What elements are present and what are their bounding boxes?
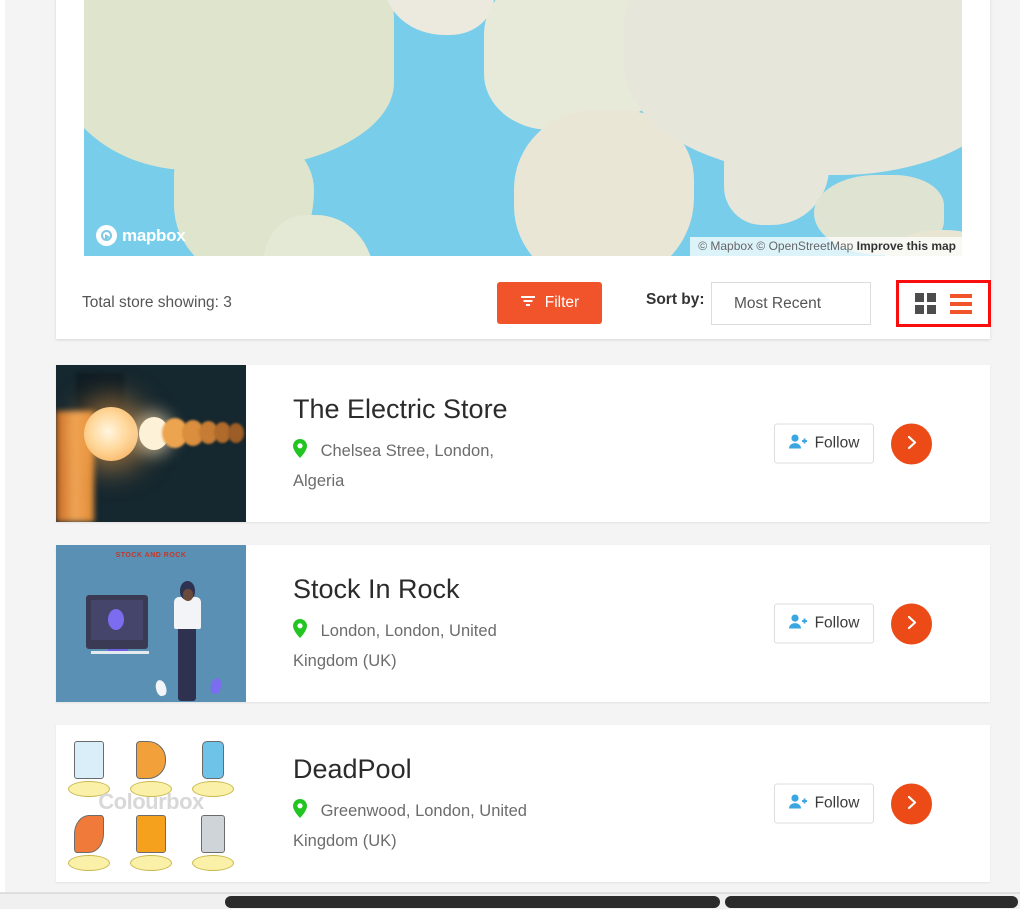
store-list-item[interactable]: STOCK AND ROCK Stock In Rock London, Lon… xyxy=(56,545,990,702)
user-plus-icon xyxy=(788,613,807,634)
store-detail-button[interactable] xyxy=(891,783,932,824)
horizontal-scrollbar[interactable] xyxy=(0,893,1020,909)
store-directory-page: mapbox © Mapbox © OpenStreetMap Improve … xyxy=(0,0,1020,909)
follow-button-label: Follow xyxy=(814,434,860,452)
map-attribution-text: © Mapbox © OpenStreetMap xyxy=(698,239,854,253)
store-thumbnail-light-bulbs xyxy=(56,365,246,522)
store-address-row: Greenwood, London, United Kingdom (UK) xyxy=(293,797,543,855)
filter-funnel-icon xyxy=(520,294,536,313)
follow-button[interactable]: Follow xyxy=(774,423,874,464)
store-map[interactable]: mapbox © Mapbox © OpenStreetMap Improve … xyxy=(84,0,962,256)
store-actions: Follow xyxy=(774,423,932,464)
store-address-row: London, London, United Kingdom (UK) xyxy=(293,617,543,675)
list-view-icon[interactable] xyxy=(950,293,972,314)
results-toolbar: Total store showing: 3 Filter Sort by: M… xyxy=(56,266,991,339)
location-pin-icon xyxy=(293,618,307,647)
store-name: Stock In Rock xyxy=(293,573,460,604)
sort-selected-value: Most Recent xyxy=(734,294,822,312)
store-thumbnail-colourbox-icons: Colourbox xyxy=(56,725,246,882)
store-info: Stock In Rock London, London, United Kin… xyxy=(293,545,730,702)
chevron-right-icon xyxy=(904,794,920,813)
store-name: The Electric Store xyxy=(293,393,508,424)
follow-button[interactable]: Follow xyxy=(774,603,874,644)
follow-button[interactable]: Follow xyxy=(774,783,874,824)
store-info: DeadPool Greenwood, London, United Kingd… xyxy=(293,725,730,882)
chevron-right-icon xyxy=(904,434,920,453)
sort-select[interactable]: Most Recent xyxy=(711,282,871,325)
filter-button-label: Filter xyxy=(544,294,580,311)
store-address: Chelsea Stree, London, Algeria xyxy=(293,441,494,490)
page-left-margin xyxy=(0,0,5,893)
location-pin-icon xyxy=(293,438,307,467)
store-detail-button[interactable] xyxy=(891,603,932,644)
follow-button-label: Follow xyxy=(814,614,860,632)
sort-by-label: Sort by: xyxy=(646,291,705,308)
location-pin-icon xyxy=(293,798,307,827)
store-address-row: Chelsea Stree, London, Algeria xyxy=(293,437,543,495)
user-plus-icon xyxy=(788,433,807,454)
store-name: DeadPool xyxy=(293,753,412,784)
store-list-item[interactable]: The Electric Store Chelsea Stree, London… xyxy=(56,365,990,522)
store-address: Greenwood, London, United Kingdom (UK) xyxy=(293,801,527,850)
store-thumbnail-stock-and-rock: STOCK AND ROCK xyxy=(56,545,246,702)
thumbnail-watermark: Colourbox xyxy=(98,789,204,814)
mapbox-logo[interactable]: mapbox xyxy=(96,225,186,246)
store-actions: Follow xyxy=(774,783,932,824)
mapbox-mark-icon xyxy=(96,225,117,246)
map-attribution: © Mapbox © OpenStreetMap Improve this ma… xyxy=(690,237,962,256)
user-plus-icon xyxy=(788,793,807,814)
total-store-count: Total store showing: 3 xyxy=(82,293,232,311)
mapbox-wordmark: mapbox xyxy=(122,225,186,245)
thumbnail-caption: STOCK AND ROCK xyxy=(115,552,187,559)
map-and-toolbar-card: mapbox © Mapbox © OpenStreetMap Improve … xyxy=(56,0,991,339)
store-actions: Follow xyxy=(774,603,932,644)
scrollbar-thumb-secondary[interactable] xyxy=(725,896,1018,908)
store-list-item[interactable]: Colourbox DeadPool Greenwood, London, Un… xyxy=(56,725,990,882)
chevron-right-icon xyxy=(904,614,920,633)
scrollbar-thumb[interactable] xyxy=(225,896,720,908)
improve-map-link[interactable]: Improve this map xyxy=(857,239,956,253)
store-info: The Electric Store Chelsea Stree, London… xyxy=(293,365,730,522)
store-detail-button[interactable] xyxy=(891,423,932,464)
follow-button-label: Follow xyxy=(814,794,860,812)
grid-view-icon[interactable] xyxy=(915,293,936,314)
landmass-greenland xyxy=(384,0,494,35)
filter-button[interactable]: Filter xyxy=(497,282,602,324)
store-address: London, London, United Kingdom (UK) xyxy=(293,621,497,670)
view-mode-toggle[interactable] xyxy=(896,280,991,327)
